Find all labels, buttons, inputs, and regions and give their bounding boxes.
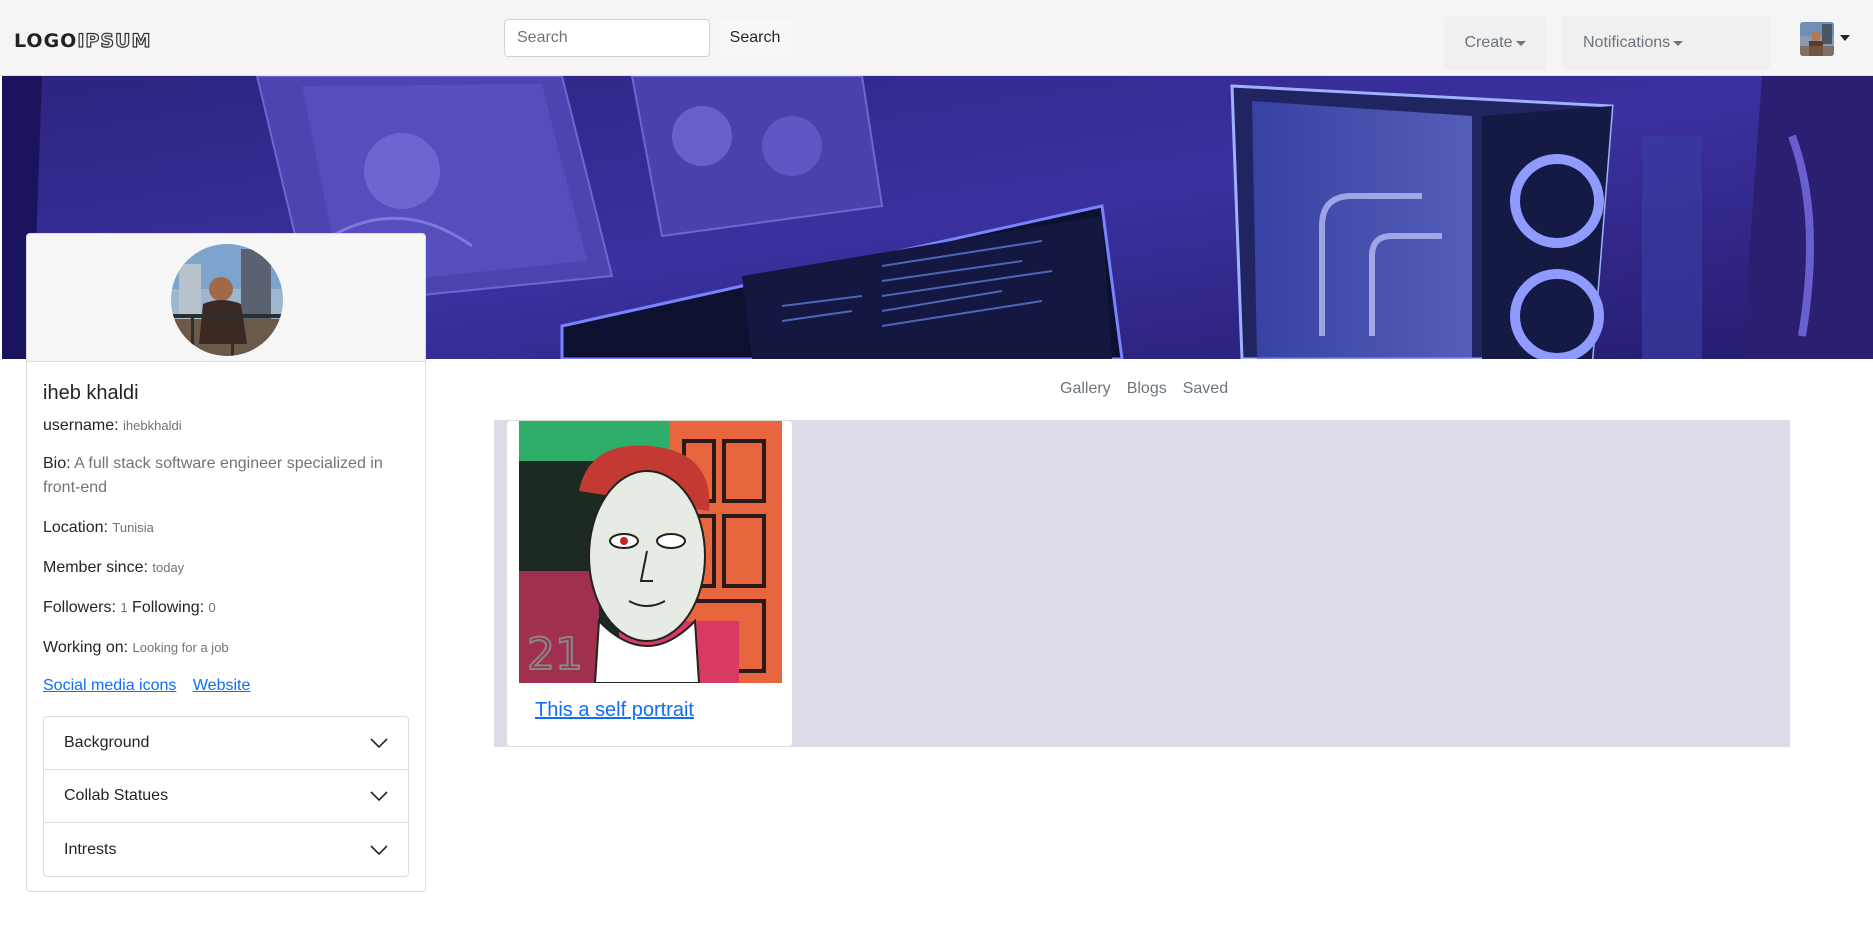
following-label: Following: — [132, 599, 205, 616]
member-since-label: Member since: — [43, 559, 148, 576]
tab-saved[interactable]: Saved — [1183, 380, 1228, 398]
website-link[interactable]: Website — [193, 677, 251, 694]
content-tabs: Gallery Blogs Saved — [1060, 380, 1228, 398]
following-count: 0 — [208, 600, 216, 615]
accordion-label: Intrests — [64, 840, 117, 858]
accordion-item-intrests[interactable]: Intrests — [44, 823, 408, 876]
profile-photo — [171, 244, 283, 356]
location-row: Location: Tunisia — [43, 516, 154, 540]
portrait-artwork: 21 — [519, 421, 782, 683]
search-button[interactable]: Search — [719, 19, 791, 57]
create-dropdown[interactable]: Create — [1444, 16, 1546, 70]
avatar-photo — [1800, 22, 1834, 56]
username-label: username: — [43, 417, 119, 434]
location-value: Tunisia — [112, 520, 154, 535]
chevron-down-icon — [1673, 40, 1684, 46]
member-since-value: today — [152, 560, 185, 575]
profile-card: iheb khaldi username: ihebkhaldi Bio: A … — [26, 233, 426, 892]
logo-text-primary: LOGO — [14, 30, 78, 52]
tab-blogs[interactable]: Blogs — [1127, 380, 1167, 398]
member-since-row: Member since: today — [43, 556, 184, 580]
search-input[interactable] — [504, 19, 710, 57]
tab-gallery[interactable]: Gallery — [1060, 380, 1111, 398]
accordion-item-background[interactable]: Background — [44, 717, 408, 770]
post-title-link[interactable]: This a self portrait — [535, 699, 694, 722]
bio-label: Bio: — [43, 455, 71, 472]
working-on-row: Working on: Looking for a job — [43, 636, 229, 660]
gallery-post-card[interactable]: 21 This a self portrait — [506, 420, 793, 747]
follow-stats-row: Followers: 1 Following: 0 — [43, 596, 216, 620]
profile-links: Social media icons Website — [43, 677, 262, 695]
chevron-down-icon — [370, 844, 388, 855]
chevron-down-icon — [1515, 40, 1526, 46]
profile-card-header — [27, 234, 425, 362]
chevron-down-icon — [370, 791, 388, 801]
username-row: username: ihebkhaldi — [43, 414, 182, 438]
bio-row: Bio: A full stack software engineer spec… — [43, 452, 403, 500]
profile-avatar — [171, 244, 283, 356]
accordion-item-collab-statues[interactable]: Collab Statues — [44, 770, 408, 823]
image-badge-text: 21 — [527, 629, 583, 680]
working-on-label: Working on: — [43, 639, 129, 656]
bio-value: A full stack software engineer specializ… — [43, 455, 383, 496]
user-avatar[interactable] — [1800, 22, 1834, 56]
avatar-chevron-down-icon[interactable] — [1840, 35, 1850, 41]
top-navbar: LOGOIPSUM Search Create Notifications — [0, 0, 1873, 76]
username-value: ihebkhaldi — [123, 418, 182, 433]
chevron-down-icon — [370, 738, 388, 748]
location-label: Location: — [43, 519, 108, 536]
accordion-label: Collab Statues — [64, 787, 169, 804]
notifications-dropdown[interactable]: Notifications — [1561, 16, 1771, 70]
site-logo[interactable]: LOGO IPSUM — [14, 29, 151, 53]
create-label: Create — [1464, 34, 1513, 51]
post-image[interactable]: 21 — [519, 421, 782, 683]
accordion-label: Background — [64, 734, 150, 751]
profile-name: iheb khaldi — [43, 382, 139, 404]
working-on-value: Looking for a job — [132, 640, 229, 655]
profile-page: LOGOIPSUM Search Create Notifications — [0, 0, 1873, 929]
social-media-link[interactable]: Social media icons — [43, 677, 176, 694]
notifications-label: Notifications — [1583, 34, 1671, 51]
profile-accordion: Background Collab Statues Intrests — [43, 716, 409, 877]
gallery-grid: 21 This a self portrait — [494, 420, 1790, 747]
followers-label: Followers: — [43, 599, 116, 616]
followers-count: 1 — [120, 600, 128, 615]
logo-text-secondary: IPSUM — [77, 29, 152, 52]
